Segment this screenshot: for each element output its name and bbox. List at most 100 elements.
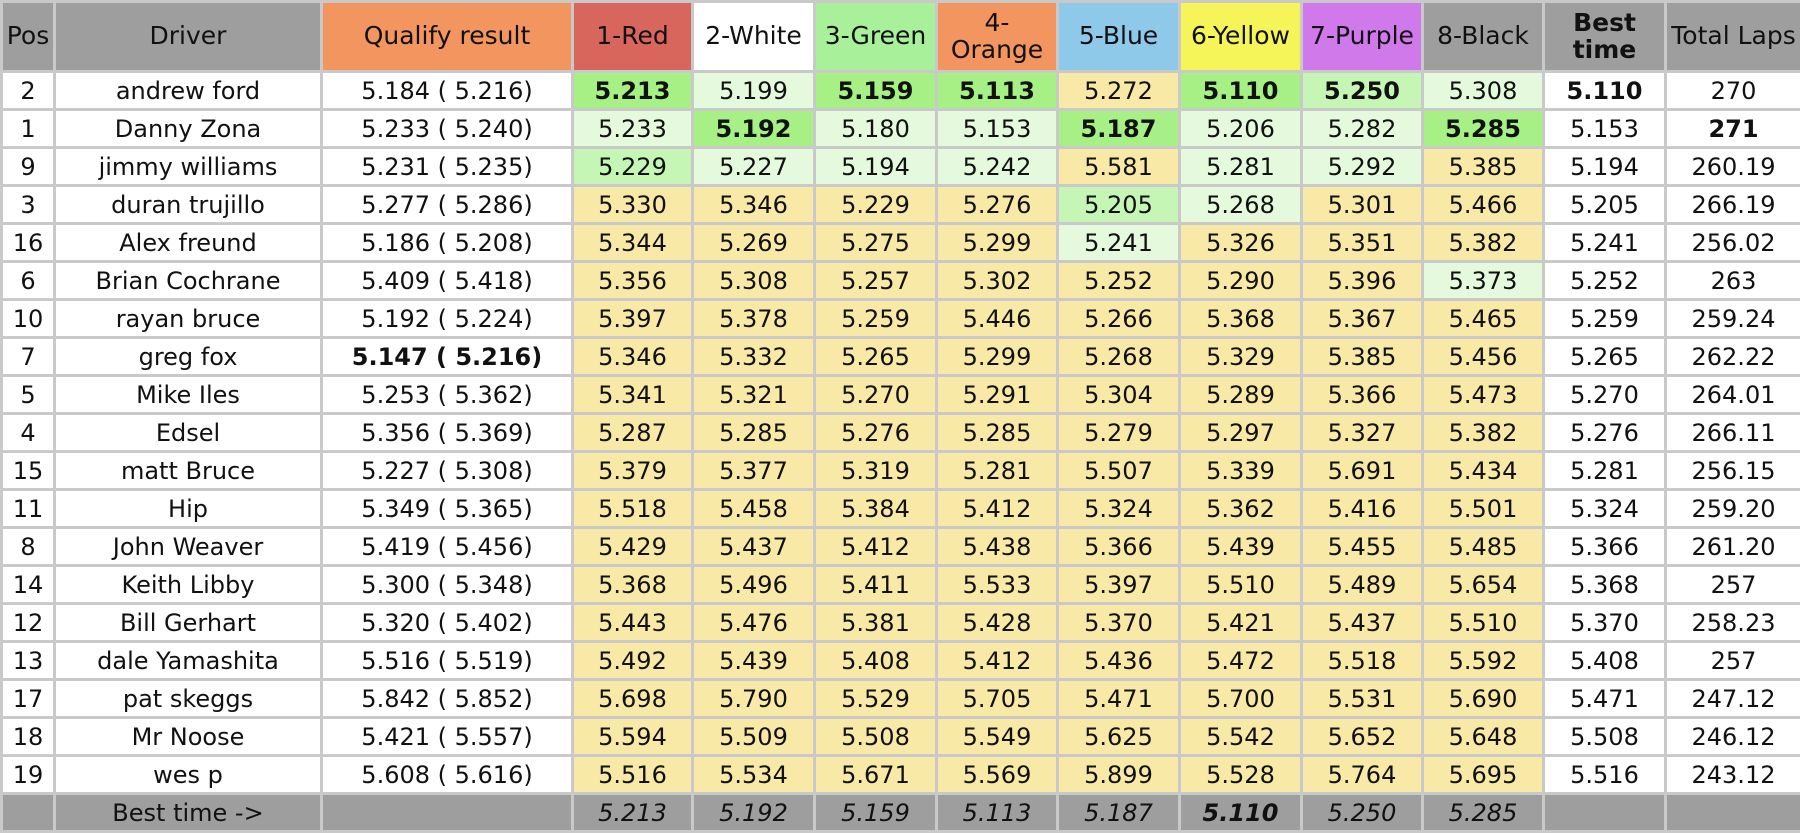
driver-cell: greg fox [55, 338, 322, 376]
footer-lane-3-best: 5.159 [815, 794, 937, 832]
lane-7-cell: 5.652 [1302, 718, 1423, 756]
driver-cell: matt Bruce [55, 452, 322, 490]
lane-1-cell: 5.287 [573, 414, 693, 452]
total-laps-cell: 261.20 [1666, 528, 1800, 566]
lane-5-cell: 5.241 [1058, 224, 1180, 262]
lane-6-cell: 5.421 [1180, 604, 1302, 642]
total-laps-cell: 264.01 [1666, 376, 1800, 414]
pos-cell: 13 [2, 642, 55, 680]
lane-5-cell: 5.370 [1058, 604, 1180, 642]
lane-7-cell: 5.351 [1302, 224, 1423, 262]
lane-8-cell: 5.456 [1423, 338, 1544, 376]
header-pos: Pos [2, 2, 55, 72]
lane-1-cell: 5.229 [573, 148, 693, 186]
best-time-cell: 5.366 [1544, 528, 1666, 566]
lane-3-cell: 5.265 [815, 338, 937, 376]
lane-6-cell: 5.289 [1180, 376, 1302, 414]
driver-cell: Mike Iles [55, 376, 322, 414]
lane-3-cell: 5.381 [815, 604, 937, 642]
race-results-table: PosDriverQualify result1-Red2-White3-Gre… [0, 0, 1800, 833]
lane-2-cell: 5.285 [693, 414, 815, 452]
lane-2-cell: 5.476 [693, 604, 815, 642]
lane-6-cell: 5.472 [1180, 642, 1302, 680]
lane-7-cell: 5.489 [1302, 566, 1423, 604]
lane-8-cell: 5.373 [1423, 262, 1544, 300]
best-time-cell: 5.241 [1544, 224, 1666, 262]
lane-8-cell: 5.473 [1423, 376, 1544, 414]
qualify-cell: 5.419 ( 5.456) [322, 528, 573, 566]
lane-1-cell: 5.213 [573, 72, 693, 110]
lane-8-cell: 5.465 [1423, 300, 1544, 338]
lane-1-cell: 5.429 [573, 528, 693, 566]
table-row: 11Hip5.349 ( 5.365)5.5185.4585.3845.4125… [2, 490, 1800, 528]
lane-3-cell: 5.270 [815, 376, 937, 414]
footer-lane-7-best: 5.250 [1302, 794, 1423, 832]
pos-cell: 19 [2, 756, 55, 794]
best-time-cell: 5.471 [1544, 680, 1666, 718]
lane-6-cell: 5.439 [1180, 528, 1302, 566]
footer-total-cell [1666, 794, 1800, 832]
qualify-cell: 5.300 ( 5.348) [322, 566, 573, 604]
lane-5-cell: 5.272 [1058, 72, 1180, 110]
table-row: 19wes p5.608 ( 5.616)5.5165.5345.6715.56… [2, 756, 1800, 794]
total-laps-cell: 260.19 [1666, 148, 1800, 186]
table-header: PosDriverQualify result1-Red2-White3-Gre… [2, 2, 1800, 72]
lane-8-cell: 5.501 [1423, 490, 1544, 528]
lane-1-cell: 5.233 [573, 110, 693, 148]
lane-4-cell: 5.705 [937, 680, 1058, 718]
best-time-cell: 5.259 [1544, 300, 1666, 338]
total-laps-cell: 258.23 [1666, 604, 1800, 642]
pos-cell: 11 [2, 490, 55, 528]
footer-pos-cell [2, 794, 55, 832]
lane-3-cell: 5.671 [815, 756, 937, 794]
footer-lane-8-best: 5.285 [1423, 794, 1544, 832]
lane-2-cell: 5.227 [693, 148, 815, 186]
lane-6-cell: 5.206 [1180, 110, 1302, 148]
total-laps-cell: 259.20 [1666, 490, 1800, 528]
table-row: 14Keith Libby5.300 ( 5.348)5.3685.4965.4… [2, 566, 1800, 604]
footer-label-cell: Best time -> [55, 794, 322, 832]
best-time-cell: 5.252 [1544, 262, 1666, 300]
lane-5-cell: 5.187 [1058, 110, 1180, 148]
footer-qualify-cell [322, 794, 573, 832]
pos-cell: 4 [2, 414, 55, 452]
lane-4-cell: 5.299 [937, 338, 1058, 376]
lane-5-cell: 5.324 [1058, 490, 1180, 528]
table-row: 4Edsel5.356 ( 5.369)5.2875.2855.2765.285… [2, 414, 1800, 452]
lane-5-cell: 5.899 [1058, 756, 1180, 794]
pos-cell: 14 [2, 566, 55, 604]
driver-cell: dale Yamashita [55, 642, 322, 680]
lane-2-cell: 5.199 [693, 72, 815, 110]
total-laps-cell: 256.15 [1666, 452, 1800, 490]
lane-2-cell: 5.534 [693, 756, 815, 794]
lane-4-cell: 5.276 [937, 186, 1058, 224]
lane-4-cell: 5.242 [937, 148, 1058, 186]
header-lane7: 7-Purple [1302, 2, 1423, 72]
table-row: 17pat skeggs5.842 ( 5.852)5.6985.7905.52… [2, 680, 1800, 718]
lane-1-cell: 5.492 [573, 642, 693, 680]
qualify-cell: 5.147 ( 5.216) [322, 338, 573, 376]
lane-5-cell: 5.507 [1058, 452, 1180, 490]
pos-cell: 16 [2, 224, 55, 262]
table-row: 3duran trujillo5.277 ( 5.286)5.3305.3465… [2, 186, 1800, 224]
table-row: 8John Weaver5.419 ( 5.456)5.4295.4375.41… [2, 528, 1800, 566]
lane-4-cell: 5.446 [937, 300, 1058, 338]
driver-cell: andrew ford [55, 72, 322, 110]
best-time-cell: 5.516 [1544, 756, 1666, 794]
header-qualify: Qualify result [322, 2, 573, 72]
lane-7-cell: 5.416 [1302, 490, 1423, 528]
header-lane5: 5-Blue [1058, 2, 1180, 72]
pos-cell: 10 [2, 300, 55, 338]
lane-8-cell: 5.285 [1423, 110, 1544, 148]
lane-6-cell: 5.268 [1180, 186, 1302, 224]
lane-4-cell: 5.299 [937, 224, 1058, 262]
driver-cell: Bill Gerhart [55, 604, 322, 642]
lane-2-cell: 5.509 [693, 718, 815, 756]
lane-2-cell: 5.496 [693, 566, 815, 604]
lane-1-cell: 5.368 [573, 566, 693, 604]
lane-3-cell: 5.411 [815, 566, 937, 604]
lane-1-cell: 5.330 [573, 186, 693, 224]
lane-5-cell: 5.266 [1058, 300, 1180, 338]
total-laps-cell: 262.22 [1666, 338, 1800, 376]
lane-7-cell: 5.385 [1302, 338, 1423, 376]
